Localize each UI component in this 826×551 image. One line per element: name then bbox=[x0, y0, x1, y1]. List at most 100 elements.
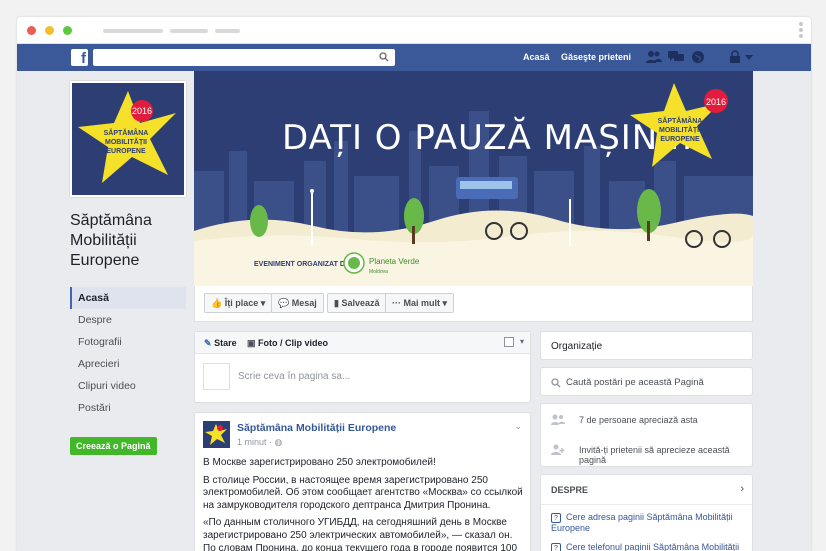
mobility-week-logo: 2016 SĂPTĂMÂNA MOBILITĂȚII EUROPENE bbox=[78, 91, 176, 183]
more-button-label: Mai mult bbox=[403, 298, 441, 308]
likes-count-text[interactable]: 7 de persoane apreciază asta bbox=[579, 415, 698, 425]
post-paragraph: В Москве зарегистрировано 250 электромоб… bbox=[203, 457, 436, 468]
question-icon: ? bbox=[551, 542, 561, 551]
bookmark-icon: ▮ bbox=[334, 298, 339, 308]
message-button-label: Mesaj bbox=[291, 298, 317, 308]
composer-checkbox[interactable] bbox=[504, 337, 514, 347]
chevron-right-icon[interactable]: › bbox=[740, 483, 744, 495]
post-avatar[interactable] bbox=[203, 421, 230, 448]
like-button[interactable]: 👍 Îți place ▾ bbox=[204, 293, 273, 313]
close-dot-icon[interactable] bbox=[27, 26, 36, 35]
page-search-input[interactable]: Caută postări pe această Pagină bbox=[566, 377, 704, 388]
tab-status-label: Stare bbox=[214, 338, 237, 348]
logo-year: 2016 bbox=[132, 106, 152, 116]
post-time-text: 1 minut · bbox=[237, 437, 273, 447]
message-bubble-icon: 💬 bbox=[278, 298, 290, 308]
logo-text-line: SĂPTĂMÂNA bbox=[104, 128, 149, 137]
post-options-chevron-icon[interactable]: ⌄ bbox=[514, 421, 522, 432]
logo-text-line: EUROPENE bbox=[106, 148, 146, 155]
composer-input[interactable]: Scrie ceva în pagina sa... bbox=[238, 371, 350, 382]
more-button[interactable]: ··· Mai mult ▾ bbox=[385, 293, 455, 313]
request-phone-text: Cere telefonul paginii Săptămâna Mobilit… bbox=[566, 542, 740, 551]
browser-chrome bbox=[17, 17, 811, 44]
post-composer: ✎ Stare ▣ Foto / Clip video ▾ Scrie ceva… bbox=[194, 331, 531, 403]
composer-avatar bbox=[203, 363, 230, 390]
composer-tabs: ✎ Stare ▣ Foto / Clip video ▾ bbox=[195, 332, 530, 354]
sidebar-item-videos[interactable]: Clipuri video bbox=[70, 375, 190, 397]
page-search-box[interactable]: Caută postări pe această Pagină bbox=[540, 367, 753, 396]
save-button[interactable]: ▮ Salvează bbox=[327, 293, 387, 313]
message-button[interactable]: 💬 Mesaj bbox=[271, 293, 324, 313]
create-page-button[interactable]: Creează o Pagină bbox=[70, 437, 157, 455]
pencil-icon: ✎ bbox=[204, 338, 212, 348]
organizer-sub: Moldova bbox=[369, 269, 388, 275]
tab-photo-label: Foto / Clip video bbox=[258, 338, 329, 348]
search-input[interactable] bbox=[93, 49, 395, 66]
post-body: В Москве зарегистрировано 250 электромоб… bbox=[203, 457, 525, 551]
request-phone-link[interactable]: ? Cere telefonul paginii Săptămâna Mobili… bbox=[551, 542, 741, 551]
request-address-link[interactable]: ? Cere adresa paginii Săptămâna Mobilităț… bbox=[551, 512, 741, 534]
globe-icon: ◍ bbox=[274, 437, 283, 447]
friend-requests-icon[interactable] bbox=[646, 50, 662, 64]
tab-placeholder bbox=[103, 29, 163, 33]
thumbs-up-people-icon bbox=[551, 414, 565, 425]
cover-illustration: DAȚI O PAUZĂ MAȘINII! 2016 SĂPTĂMÂNA MOB… bbox=[194, 71, 753, 286]
save-button-label: Salvează bbox=[341, 298, 380, 308]
maximize-dot-icon[interactable] bbox=[63, 26, 72, 35]
logo-text-line: MOBILITĂȚII bbox=[105, 137, 147, 146]
cover-photo[interactable]: DAȚI O PAUZĂ MAȘINII! 2016 SĂPTĂMÂNA MOB… bbox=[194, 71, 753, 286]
post-timestamp[interactable]: 1 minut · ◍ bbox=[237, 437, 282, 448]
tab-photo-video[interactable]: ▣ Foto / Clip video bbox=[247, 338, 328, 349]
like-button-label: Îți place bbox=[224, 298, 259, 308]
notifications-globe-icon[interactable] bbox=[691, 50, 705, 64]
ellipsis-icon: ··· bbox=[392, 298, 401, 308]
post-paragraph: В столице России, в настоящее время заре… bbox=[203, 474, 523, 511]
browser-window: f Acasă Găseşte prieteni 2016 SĂPTĂMÂNA … bbox=[17, 17, 811, 551]
sidebar-item-posts[interactable]: Postări bbox=[70, 397, 190, 419]
about-section-title[interactable]: DESPRE bbox=[551, 485, 588, 495]
left-column: 2016 SĂPTĂMÂNA MOBILITĂȚII EUROPENE Săpt… bbox=[70, 81, 190, 455]
question-icon: ? bbox=[551, 512, 561, 523]
browser-menu-icon[interactable] bbox=[799, 22, 803, 40]
sidebar-item-likes[interactable]: Aprecieri bbox=[70, 353, 190, 375]
post-paragraph: По словам Пронина, до конца текущего год… bbox=[203, 542, 518, 551]
sidebar-item-home[interactable]: Acasă bbox=[70, 287, 186, 309]
cover-logo-text: SĂPTĂMÂNA bbox=[658, 116, 703, 125]
mobility-week-logo-small bbox=[205, 424, 227, 445]
post-author-link[interactable]: Săptămâna Mobilității Europene bbox=[237, 422, 396, 434]
camera-icon: ▣ bbox=[247, 338, 256, 348]
nav-home-link[interactable]: Acasă bbox=[523, 52, 550, 62]
request-address-text: Cere adresa paginii Săptămâna Mobilități… bbox=[551, 512, 733, 533]
cover-headline: DAȚI O PAUZĂ MAȘINII! bbox=[282, 117, 695, 158]
page-title[interactable]: Săptămâna Mobilității Europene bbox=[70, 211, 190, 271]
tab-placeholder bbox=[215, 29, 240, 33]
thumbs-up-icon: 👍 bbox=[211, 298, 223, 308]
profile-picture[interactable]: 2016 SĂPTĂMÂNA MOBILITĂȚII EUROPENE bbox=[70, 81, 186, 197]
community-box: 7 de persoane apreciază asta Invită-ți p… bbox=[540, 403, 753, 467]
cover-logo-text: EUROPENE bbox=[660, 136, 700, 143]
feed-post: Săptămâna Mobilității Europene 1 minut ·… bbox=[194, 412, 531, 551]
invite-friends-icon bbox=[551, 444, 565, 455]
category-box: Organizație bbox=[540, 331, 753, 360]
privacy-lock-icon[interactable] bbox=[729, 50, 741, 64]
cover-logo-text: MOBILITĂȚII bbox=[659, 125, 701, 134]
nav-find-friends-link[interactable]: Găseşte prieteni bbox=[561, 52, 631, 62]
post-paragraph: «По данным столичного УГИБДД, на сегодня… bbox=[203, 517, 513, 541]
tab-placeholder bbox=[170, 29, 208, 33]
invite-friends-link[interactable]: Invită-ți prietenii să aprecieze această… bbox=[579, 445, 752, 465]
account-chevron-down-icon[interactable] bbox=[745, 55, 753, 60]
minimize-dot-icon[interactable] bbox=[45, 26, 54, 35]
facebook-topbar: f Acasă Găseşte prieteni bbox=[17, 44, 811, 71]
cover-logo-year: 2016 bbox=[706, 97, 726, 107]
sidebar-item-about[interactable]: Despre bbox=[70, 309, 190, 331]
messages-icon[interactable] bbox=[668, 50, 684, 64]
page-category[interactable]: Organizație bbox=[551, 341, 602, 352]
sidebar-item-photos[interactable]: Fotografii bbox=[70, 331, 190, 353]
search-icon[interactable] bbox=[379, 52, 389, 62]
organizer-label: EVENIMENT ORGANIZAT DE bbox=[254, 261, 350, 268]
page-action-bar: 👍 Îți place ▾ 💬 Mesaj ▮ Salvează ··· Mai… bbox=[194, 286, 753, 322]
composer-chevron-down-icon[interactable]: ▾ bbox=[520, 337, 524, 346]
tab-status[interactable]: ✎ Stare bbox=[204, 338, 237, 349]
about-box: DESPRE › ? Cere adresa paginii Săptămâna … bbox=[540, 474, 753, 551]
facebook-logo-icon[interactable]: f bbox=[71, 49, 88, 67]
